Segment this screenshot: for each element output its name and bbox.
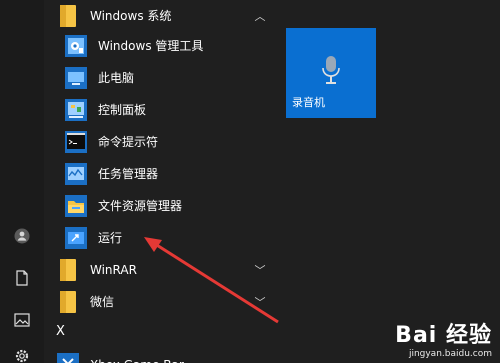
list-item-label: Xbox Game Bar — [90, 349, 184, 363]
command-prompt-icon — [62, 129, 90, 155]
chevron-up-icon: ︿ — [254, 10, 266, 23]
settings-button[interactable] — [0, 340, 44, 363]
admin-tools-icon — [62, 33, 90, 59]
list-item-label: 此电脑 — [98, 71, 135, 85]
gear-icon — [15, 349, 29, 363]
tile-voice-recorder[interactable]: 录音机 — [286, 28, 376, 118]
folder-icon — [54, 257, 82, 283]
left-rail — [0, 0, 44, 363]
task-manager-icon — [62, 161, 90, 187]
tile-area: 录音机 — [274, 0, 500, 363]
microphone-icon — [318, 54, 344, 92]
list-item-label: 控制面板 — [98, 103, 147, 117]
user-icon — [14, 228, 30, 244]
start-menu: Windows 系统 ︿ Windows 管理工具 此电脑 控制面板 命令提示符… — [0, 0, 500, 363]
file-explorer-icon — [62, 193, 90, 219]
list-item-label: 文件资源管理器 — [98, 199, 183, 213]
folder-wechat[interactable]: 微信 ﹀ — [44, 286, 274, 318]
list-item-xbox-game-bar[interactable]: Xbox Game Bar — [44, 343, 274, 363]
list-item-control-panel[interactable]: 控制面板 — [44, 94, 274, 126]
folder-icon — [54, 3, 82, 29]
control-panel-icon — [62, 97, 90, 123]
folder-label: WinRAR — [90, 263, 137, 277]
list-item-file-explorer[interactable]: 文件资源管理器 — [44, 190, 274, 222]
list-item-label: Windows 管理工具 — [98, 39, 204, 53]
folder-winrar[interactable]: WinRAR ﹀ — [44, 254, 274, 286]
pictures-button[interactable] — [0, 304, 44, 336]
list-item-admin-tools[interactable]: Windows 管理工具 — [44, 30, 274, 62]
baidu-watermark: Bai 经验 jingyan.baidu.com — [395, 317, 492, 359]
list-item-label: 运行 — [98, 231, 123, 245]
documents-button[interactable] — [0, 262, 44, 294]
watermark-brand: Bai 经验 — [395, 323, 492, 348]
group-title: Windows 系统 — [90, 9, 172, 23]
tile-label: 录音机 — [292, 96, 325, 109]
watermark-url: jingyan.baidu.com — [408, 349, 492, 359]
list-item-command-prompt[interactable]: 命令提示符 — [44, 126, 274, 158]
list-item-run[interactable]: 运行 — [44, 222, 274, 254]
document-icon — [16, 270, 28, 286]
folder-label: 微信 — [90, 295, 115, 309]
user-account-button[interactable] — [0, 220, 44, 252]
chevron-down-icon: ﹀ — [254, 264, 266, 277]
run-icon — [62, 225, 90, 251]
app-list: Windows 系统 ︿ Windows 管理工具 此电脑 控制面板 命令提示符… — [44, 0, 274, 363]
group-windows-system[interactable]: Windows 系统 ︿ — [44, 0, 274, 32]
list-item-label: 命令提示符 — [98, 135, 159, 149]
list-item-this-pc[interactable]: 此电脑 — [44, 62, 274, 94]
picture-icon — [14, 313, 30, 327]
list-item-label: 任务管理器 — [98, 167, 159, 181]
folder-icon — [54, 289, 82, 315]
section-letter[interactable]: X — [56, 324, 65, 339]
xbox-icon — [54, 351, 82, 363]
this-pc-icon — [62, 65, 90, 91]
list-item-task-manager[interactable]: 任务管理器 — [44, 158, 274, 190]
chevron-down-icon: ﹀ — [254, 296, 266, 309]
